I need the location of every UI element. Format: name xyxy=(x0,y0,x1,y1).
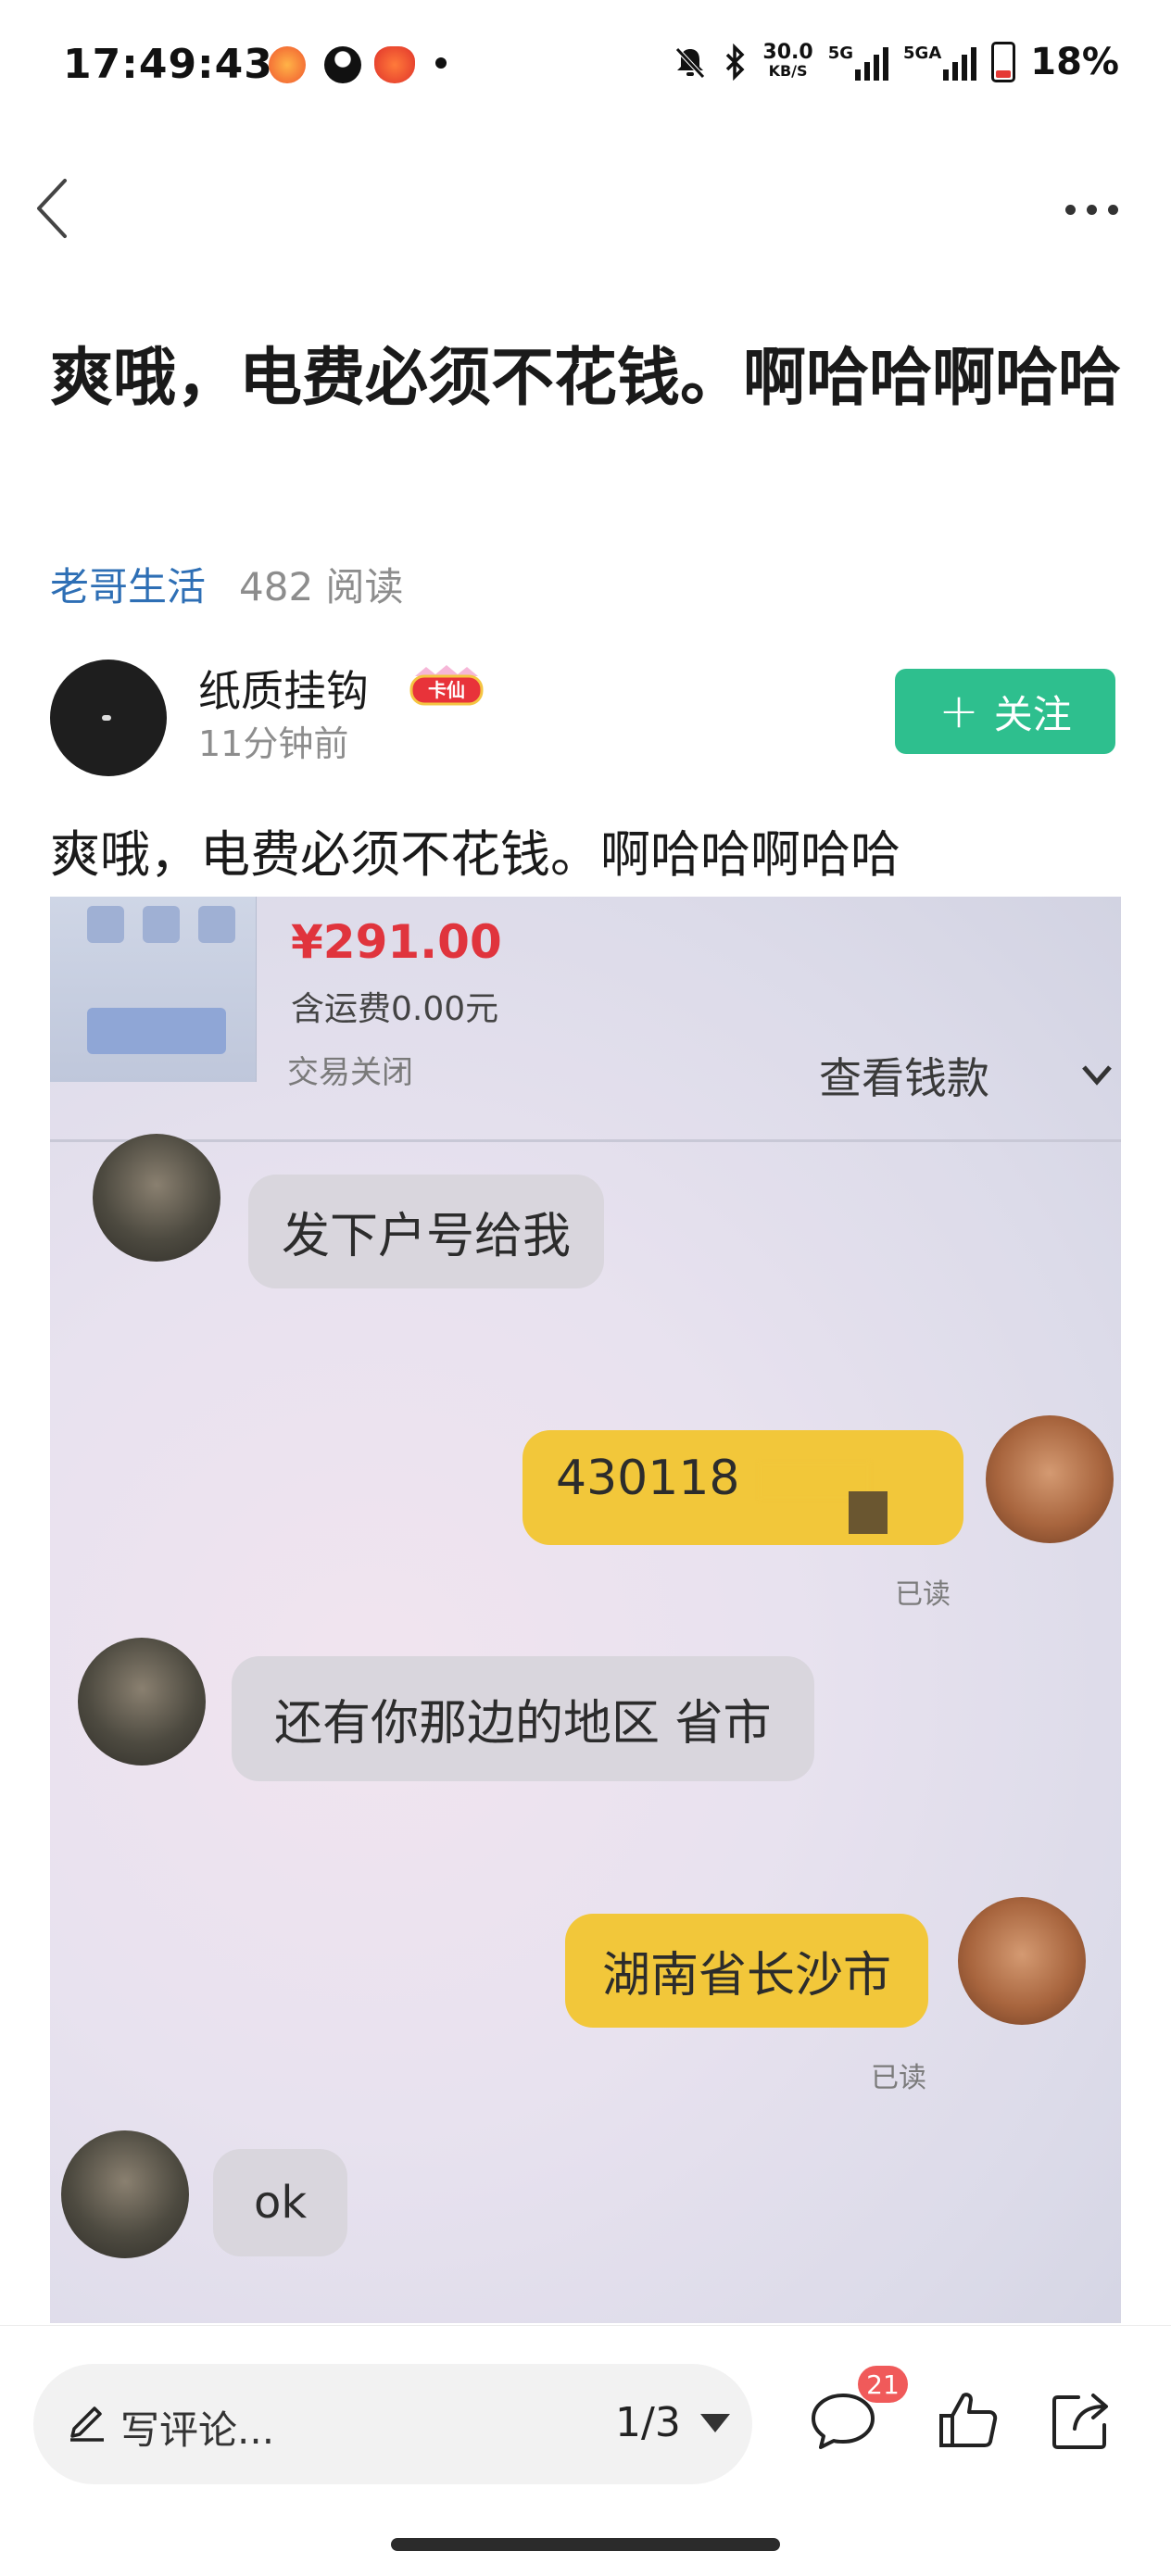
signal-1-label: 5G xyxy=(827,44,854,63)
view-payment-link: 查看钱款 xyxy=(819,1053,989,1103)
battery-icon xyxy=(991,42,1016,82)
chat-avatar-other xyxy=(93,1134,220,1262)
chat-message: 湖南省长沙市 xyxy=(565,1914,929,2028)
redacted-mask xyxy=(849,1491,888,1534)
signal-1: 5G xyxy=(827,44,889,81)
pencil-icon xyxy=(70,2406,104,2442)
back-button[interactable] xyxy=(28,171,83,245)
follow-button[interactable]: + 关注 xyxy=(895,669,1115,754)
article-meta: 老哥生活 482 阅读 xyxy=(50,556,404,612)
bluetooth-icon xyxy=(726,44,745,81)
chat-message: 发下户号给我 xyxy=(248,1175,605,1288)
share-icon[interactable] xyxy=(1047,2388,1114,2455)
like-icon[interactable] xyxy=(936,2388,1001,2453)
app-notification-icon xyxy=(269,46,306,83)
read-count: 482 阅读 xyxy=(239,564,404,609)
comment-placeholder: 写评论... xyxy=(120,2407,275,2453)
chat-avatar-other xyxy=(78,1638,206,1766)
network-speed: 30.0 KB/S xyxy=(762,41,813,81)
more-notifications-dot xyxy=(435,57,447,69)
chat-message: ok xyxy=(213,2149,348,2256)
page-indicator[interactable]: 1/3 xyxy=(615,2399,681,2446)
qq-icon xyxy=(324,46,361,83)
read-receipt: 已读 xyxy=(871,2062,926,2094)
article-title: 爽哦，电费必须不花钱。啊哈哈啊哈哈 xyxy=(50,342,1122,415)
product-thumbnail xyxy=(50,897,257,1082)
plus-icon: + xyxy=(938,684,979,739)
app-notification-icon-2 xyxy=(374,46,415,83)
read-receipt: 已读 xyxy=(895,1578,951,1611)
chat-avatar-me xyxy=(986,1415,1114,1543)
author-avatar[interactable] xyxy=(50,660,167,776)
signal-2-label: 5GA xyxy=(903,44,942,63)
chat-message: 还有你那边的地区 省市 xyxy=(232,1656,814,1781)
chat-avatar-other xyxy=(61,2130,189,2258)
comment-count-badge: 21 xyxy=(858,2366,908,2403)
signal-1-bars-icon xyxy=(855,44,889,81)
signal-2: 5GA xyxy=(903,44,977,81)
author-name[interactable]: 纸质挂钩 xyxy=(198,658,369,719)
signal-2-bars-icon xyxy=(943,44,977,81)
status-right-group: 30.0 KB/S 5G 5GA 18% xyxy=(672,41,1119,83)
net-speed-value: 30.0 xyxy=(762,41,813,64)
author-badge-text: 卡仙 xyxy=(428,679,465,701)
author-badge: 卡仙 xyxy=(398,663,495,710)
order-price: ¥291.00 xyxy=(291,915,502,969)
net-speed-unit: KB/S xyxy=(768,62,808,80)
page-caret-icon[interactable] xyxy=(700,2414,730,2432)
chat-message: 430118 xyxy=(523,1430,963,1545)
chat-avatar-me xyxy=(958,1897,1086,2025)
article-photo[interactable]: ¥291.00 含运费0.00元 交易关闭 查看钱款 发下户号给我 430118… xyxy=(50,897,1121,2323)
battery-percent: 18% xyxy=(1030,41,1119,83)
post-time: 11分钟前 xyxy=(198,723,349,764)
article-body: 爽哦，电费必须不花钱。啊哈哈啊哈哈 xyxy=(50,825,900,884)
status-time: 17:49:43 xyxy=(63,41,273,88)
more-options-button[interactable] xyxy=(1054,191,1128,228)
home-indicator[interactable] xyxy=(391,2538,780,2551)
order-shipping: 含运费0.00元 xyxy=(291,990,499,1028)
divider xyxy=(50,1139,1121,1142)
chevron-down-icon xyxy=(1082,1065,1112,1086)
crown-badge-icon: 卡仙 xyxy=(409,665,484,706)
order-status: 交易关闭 xyxy=(287,1054,413,1091)
topic-link[interactable]: 老哥生活 xyxy=(50,556,206,612)
mute-icon xyxy=(675,47,706,79)
chat-message-text: 430118 xyxy=(556,1451,740,1506)
follow-label: 关注 xyxy=(993,691,1072,737)
